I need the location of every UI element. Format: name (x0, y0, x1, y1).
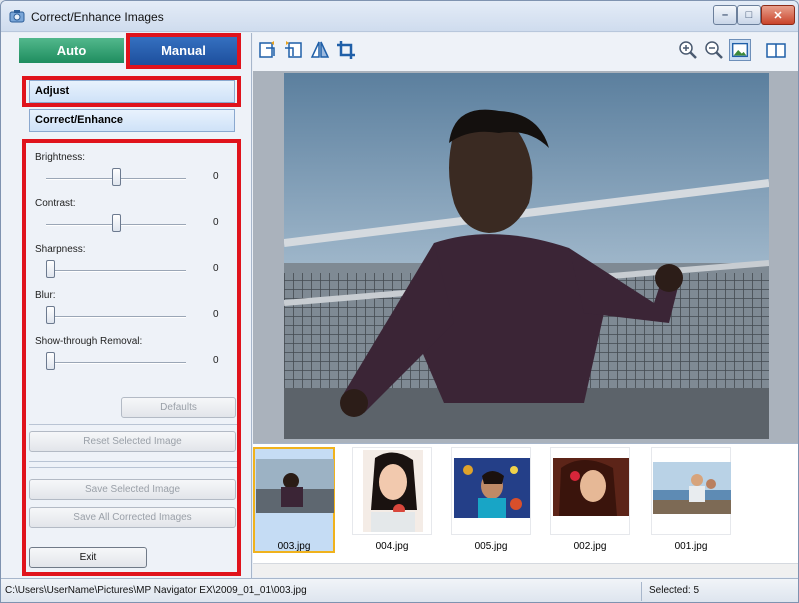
app-icon (9, 10, 25, 23)
minimize-button[interactable]: – (713, 5, 737, 25)
thumbnail-label: 002.jpg (573, 541, 607, 552)
slider-label-contrast: Contrast: (35, 198, 76, 209)
thumbnail-image (454, 458, 530, 518)
save-all-corrected-images-button[interactable]: Save All Corrected Images (29, 507, 236, 528)
status-selected-count: Selected: 5 (649, 585, 700, 596)
slider-track-blur[interactable] (46, 316, 186, 318)
thumbnail-label: 001.jpg (674, 541, 708, 552)
thumbnail-002[interactable] (550, 447, 630, 535)
slider-track-show-through-removal[interactable] (46, 362, 186, 364)
slider-value-brightness: 0 (213, 171, 219, 182)
window-title: Correct/Enhance Images (31, 10, 164, 24)
thumbnail-001[interactable] (651, 447, 731, 535)
exit-button[interactable]: Exit (29, 547, 147, 568)
zoom-out-icon[interactable] (703, 39, 725, 61)
close-icon: ✕ (773, 10, 783, 22)
slider-thumb-brightness[interactable] (112, 168, 121, 186)
rotate-right-icon[interactable] (283, 39, 305, 61)
menu-correct-enhance[interactable]: Correct/Enhance (29, 109, 235, 132)
status-file-path: C:\Users\UserName\Pictures\MP Navigator … (5, 585, 307, 596)
slider-value-blur: 0 (213, 309, 219, 320)
thumbnail-004[interactable] (352, 447, 432, 535)
preview-image[interactable] (284, 73, 769, 439)
full-image-icon[interactable] (729, 39, 751, 61)
crop-icon[interactable] (335, 39, 357, 61)
close-button[interactable]: ✕ (761, 5, 795, 25)
slider-thumb-blur[interactable] (46, 306, 55, 324)
slider-value-show-through-removal: 0 (213, 355, 219, 366)
thumbnail-image (363, 450, 423, 532)
compare-icon[interactable] (765, 39, 787, 61)
divider (29, 467, 239, 468)
rotate-left-icon[interactable] (257, 39, 279, 61)
minimize-icon: – (721, 9, 729, 21)
thumbnail-label: 005.jpg (474, 541, 508, 552)
slider-thumb-contrast[interactable] (112, 214, 121, 232)
slider-value-contrast: 0 (213, 217, 219, 228)
maximize-icon: □ (745, 9, 753, 21)
slider-label-brightness: Brightness: (35, 152, 86, 163)
slider-label-blur: Blur: (35, 290, 56, 301)
defaults-button[interactable]: Defaults (121, 397, 236, 418)
tab-auto[interactable]: Auto (19, 38, 124, 63)
thumbnail-003[interactable] (253, 447, 335, 553)
tab-manual[interactable]: Manual (130, 37, 237, 65)
thumbnail-image (653, 462, 731, 514)
thumbnail-005[interactable] (451, 447, 531, 535)
slider-thumb-sharpness[interactable] (46, 260, 55, 278)
divider (29, 461, 239, 462)
menu-adjust[interactable]: Adjust (29, 80, 235, 103)
zoom-in-icon[interactable] (677, 39, 699, 61)
thumbnail-label: 004.jpg (375, 541, 409, 552)
slider-label-show-through-removal: Show-through Removal: (35, 336, 143, 347)
status-bar: C:\Users\UserName\Pictures\MP Navigator … (1, 578, 798, 602)
status-separator (641, 582, 642, 601)
correct-enhance-window: Correct/Enhance Images – □ ✕ Auto Manual… (0, 0, 799, 603)
save-selected-image-button[interactable]: Save Selected Image (29, 479, 236, 500)
slider-track-sharpness[interactable] (46, 270, 186, 272)
title-bar: Correct/Enhance Images – □ ✕ (1, 1, 798, 32)
slider-value-sharpness: 0 (213, 263, 219, 274)
thumbnail-image (553, 458, 629, 516)
flip-icon[interactable] (309, 39, 331, 61)
slider-label-sharpness: Sharpness: (35, 244, 86, 255)
thumbnail-image (256, 459, 334, 513)
thumbnail-scrollbar[interactable] (253, 563, 798, 577)
slider-thumb-show-through-removal[interactable] (46, 352, 55, 370)
reset-selected-image-button[interactable]: Reset Selected Image (29, 431, 236, 452)
maximize-button[interactable]: □ (737, 5, 761, 25)
divider (29, 424, 239, 425)
thumbnail-label: 003.jpg (277, 541, 311, 552)
